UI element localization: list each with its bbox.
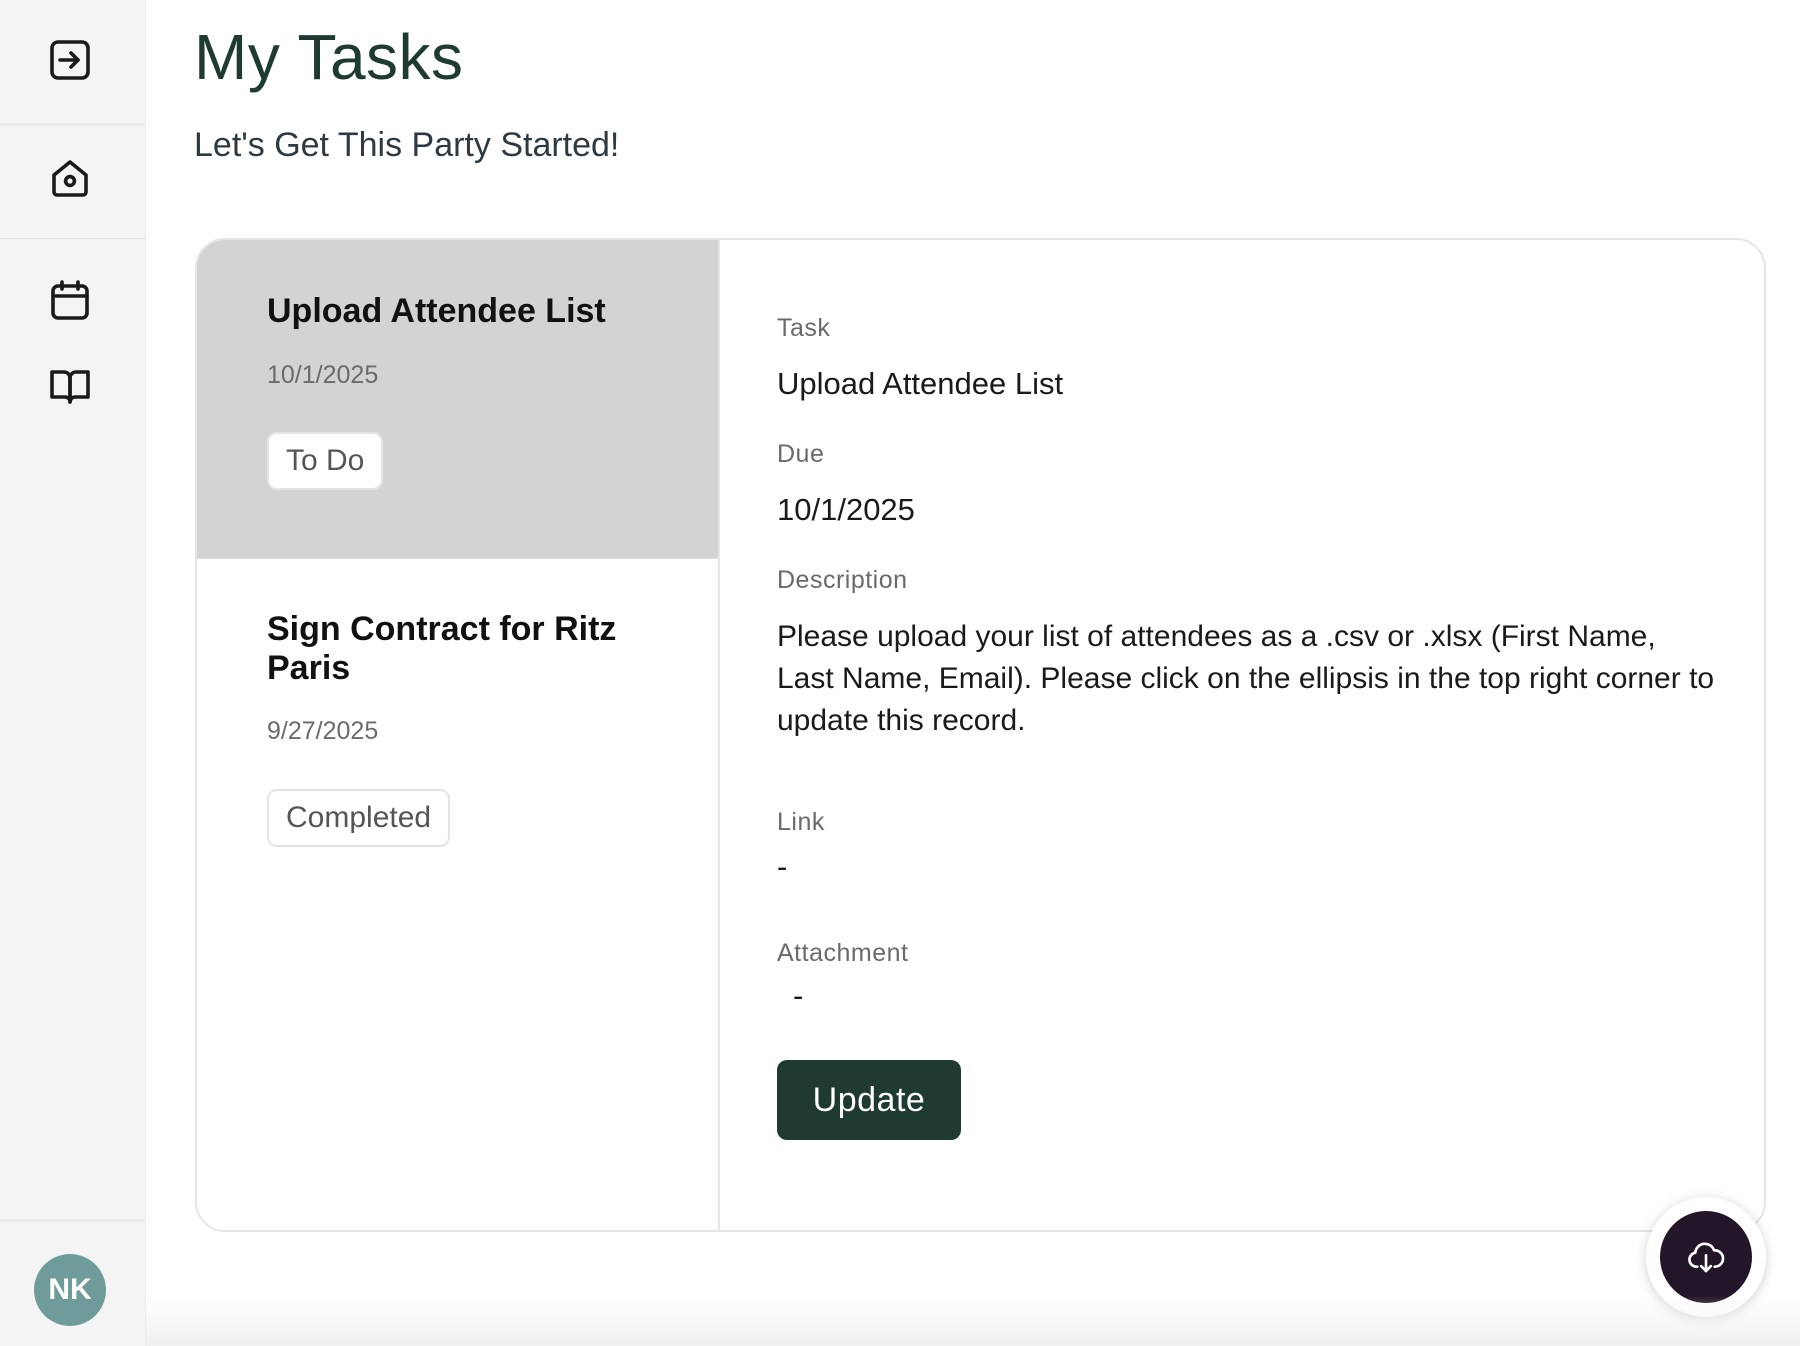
book-icon[interactable] (42, 358, 98, 414)
description-label: Description (777, 566, 908, 594)
task-list: Upload Attendee List 10/1/2025 To Do Sig… (197, 240, 720, 1230)
due-value: 10/1/2025 (777, 492, 915, 527)
sign-out-icon[interactable] (42, 32, 98, 88)
task-date: 10/1/2025 (267, 361, 379, 389)
sidebar-divider (0, 1220, 145, 1221)
status-badge: Completed (267, 789, 451, 847)
task-value: Upload Attendee List (777, 366, 1064, 401)
task-label: Task (777, 314, 831, 342)
page-subtitle: Let's Get This Party Started! (194, 126, 620, 164)
task-name: Sign Contract for Ritz Paris (267, 610, 617, 687)
bottom-shade (146, 1296, 1800, 1346)
cloud-download-button[interactable] (1660, 1211, 1752, 1303)
list-item[interactable]: Upload Attendee List 10/1/2025 To Do (197, 240, 718, 559)
link-label: Link (777, 808, 825, 836)
sidebar: NK (0, 0, 146, 1346)
home-icon[interactable] (42, 150, 98, 206)
task-date: 9/27/2025 (267, 717, 379, 745)
task-name: Upload Attendee List (267, 292, 606, 330)
update-button[interactable]: Update (777, 1060, 961, 1140)
sidebar-divider (0, 238, 145, 239)
cloud-download-icon (1688, 1242, 1725, 1273)
calendar-icon[interactable] (42, 272, 98, 328)
status-badge: To Do (267, 432, 384, 490)
sidebar-divider (0, 124, 145, 125)
attachment-value: - (793, 978, 804, 1013)
page-title: My Tasks (194, 21, 464, 93)
link-value: - (777, 849, 788, 884)
tasks-card: Upload Attendee List 10/1/2025 To Do Sig… (195, 238, 1766, 1232)
due-label: Due (777, 440, 825, 468)
attachment-label: Attachment (777, 939, 909, 967)
list-item[interactable]: Sign Contract for Ritz Paris 9/27/2025 C… (197, 558, 718, 878)
avatar[interactable]: NK (34, 1254, 106, 1326)
description-value: Please upload your list of attendees as … (777, 620, 1715, 737)
